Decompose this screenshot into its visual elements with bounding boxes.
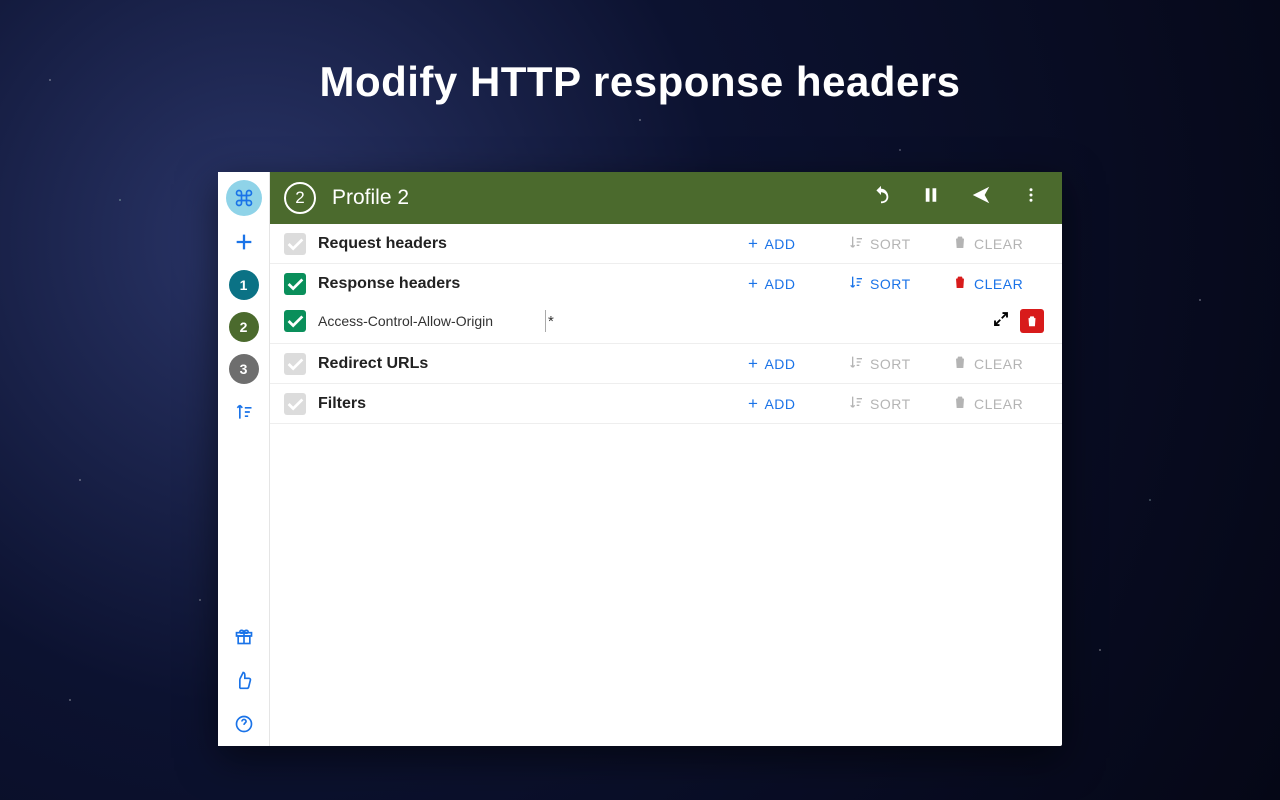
- undo-button[interactable]: [864, 184, 898, 212]
- request-headers-checkbox[interactable]: [284, 233, 306, 255]
- header-item-checkbox[interactable]: [284, 310, 306, 332]
- add-label: ADD: [764, 236, 795, 252]
- sort-label: SORT: [870, 236, 911, 252]
- clear-response-headers-button[interactable]: CLEAR: [948, 272, 1048, 295]
- sort-redirects-button[interactable]: SORT: [844, 352, 936, 375]
- section-filters: Filters +ADD SORT CLEAR: [270, 384, 1062, 424]
- add-redirect-button[interactable]: +ADD: [744, 353, 832, 374]
- sidebar: 1 2 3: [218, 172, 270, 746]
- page-title: Modify HTTP response headers: [0, 58, 1280, 106]
- redirect-urls-checkbox[interactable]: [284, 353, 306, 375]
- profile-header: 2 Profile 2: [270, 172, 1062, 224]
- sort-label: SORT: [870, 396, 911, 412]
- gift-icon[interactable]: [218, 614, 270, 658]
- clear-label: CLEAR: [974, 276, 1023, 292]
- sort-profiles-button[interactable]: [218, 390, 270, 434]
- sort-request-headers-button[interactable]: SORT: [844, 232, 936, 255]
- profile-tab-1[interactable]: 1: [229, 270, 259, 300]
- sort-response-headers-button[interactable]: SORT: [844, 272, 936, 295]
- add-request-header-button[interactable]: +ADD: [744, 233, 832, 254]
- clear-label: CLEAR: [974, 356, 1023, 372]
- clear-filters-button[interactable]: CLEAR: [948, 392, 1048, 415]
- add-label: ADD: [764, 356, 795, 372]
- help-icon[interactable]: [218, 702, 270, 746]
- response-headers-checkbox[interactable]: [284, 273, 306, 295]
- section-redirect-urls: Redirect URLs +ADD SORT CLEAR: [270, 344, 1062, 384]
- profile-number-badge: 2: [284, 182, 316, 214]
- sort-label: SORT: [870, 276, 911, 292]
- pause-button[interactable]: [914, 186, 948, 210]
- command-icon[interactable]: [226, 180, 262, 216]
- share-button[interactable]: [964, 184, 998, 212]
- filters-checkbox[interactable]: [284, 393, 306, 415]
- section-request-headers: Request headers +ADD SORT CLEAR: [270, 224, 1062, 264]
- section-response-headers: Response headers +ADD SORT CLEAR Access-…: [270, 264, 1062, 344]
- section-title: Request headers: [318, 235, 732, 253]
- response-header-item: Access-Control-Allow-Origin: [270, 303, 1062, 343]
- clear-request-headers-button[interactable]: CLEAR: [948, 232, 1048, 255]
- more-menu-button[interactable]: [1014, 186, 1048, 210]
- clear-label: CLEAR: [974, 236, 1023, 252]
- expand-icon[interactable]: [992, 310, 1010, 333]
- sort-label: SORT: [870, 356, 911, 372]
- header-name-field[interactable]: Access-Control-Allow-Origin: [318, 313, 493, 329]
- app-window: 1 2 3 2 Profile 2: [218, 172, 1062, 746]
- header-value-field[interactable]: [545, 310, 980, 332]
- profile-tab-2[interactable]: 2: [229, 312, 259, 342]
- profile-name[interactable]: Profile 2: [332, 186, 848, 210]
- add-label: ADD: [764, 396, 795, 412]
- add-response-header-button[interactable]: +ADD: [744, 273, 832, 294]
- thumbs-up-icon[interactable]: [218, 658, 270, 702]
- clear-redirects-button[interactable]: CLEAR: [948, 352, 1048, 375]
- add-label: ADD: [764, 276, 795, 292]
- section-title: Filters: [318, 395, 732, 413]
- add-filter-button[interactable]: +ADD: [744, 393, 832, 414]
- section-title: Redirect URLs: [318, 355, 732, 373]
- delete-header-button[interactable]: [1020, 309, 1044, 333]
- profile-tab-3[interactable]: 3: [229, 354, 259, 384]
- add-profile-button[interactable]: [218, 220, 270, 264]
- main-panel: 2 Profile 2: [270, 172, 1062, 746]
- section-title: Response headers: [318, 275, 732, 293]
- sort-filters-button[interactable]: SORT: [844, 392, 936, 415]
- clear-label: CLEAR: [974, 396, 1023, 412]
